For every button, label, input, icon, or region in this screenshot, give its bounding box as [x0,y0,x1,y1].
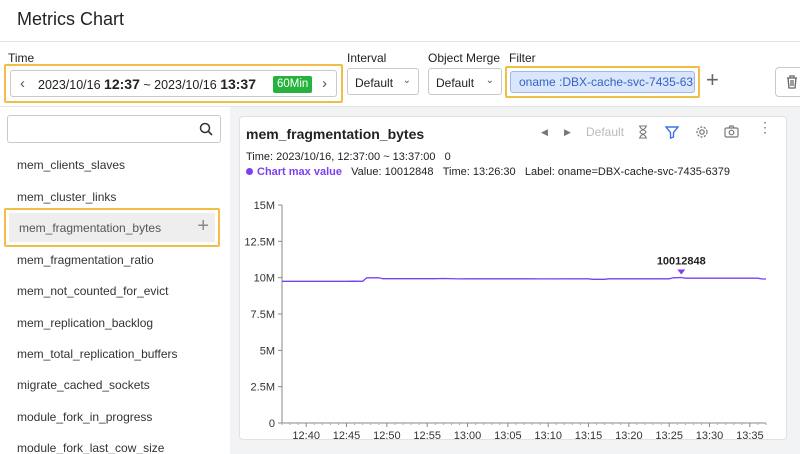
object-merge-select[interactable]: Default ⌄ [428,68,502,95]
page-title: Metrics Chart [17,9,125,29]
chevron-down-icon: ⌄ [485,75,494,86]
time-range-text[interactable]: 2023/10/16 12:37 ~ 2023/10/16 13:37 [38,76,256,92]
filter-highlight: oname :DBX-cache-svc-7435-6379 [505,66,700,98]
gear-icon[interactable] [695,125,709,139]
metric-item[interactable]: mem_clients_slaves [17,158,125,172]
time-range-picker[interactable]: ‹ 2023/10/16 12:37 ~ 2023/10/16 13:37 60… [10,70,337,97]
y-tick-label: 5M [260,345,275,357]
add-metric-icon[interactable]: + [197,215,209,238]
time-label: Time [8,51,35,65]
y-tick-label: 10M [254,273,275,285]
filter-icon[interactable] [665,125,679,139]
filter-label: Filter [509,51,536,65]
x-tick-label: 13:30 [696,430,724,439]
camera-icon[interactable] [724,125,739,138]
metric-item-label: mem_fragmentation_bytes [19,221,162,235]
object-merge-label: Object Merge [428,51,501,65]
time-range-highlight: ‹ 2023/10/16 12:37 ~ 2023/10/16 13:37 60… [4,64,343,103]
metric-item[interactable]: mem_total_replication_buffers [17,347,178,361]
x-tick-label: 13:00 [454,430,482,439]
interval-select[interactable]: Default ⌄ [347,68,419,95]
y-tick-label: 12.5M [244,236,275,248]
y-tick-label: 15M [254,200,275,212]
time-info-count: 0 [444,151,451,163]
add-filter-button[interactable]: + [706,69,719,91]
default-button[interactable]: Default [586,125,624,139]
chart-area: mem_fragmentation_bytes ◀ ▶ Default ⋮ Ti… [230,107,800,454]
series-dot [246,168,253,175]
metric-item[interactable]: module_fork_in_progress [17,410,152,424]
time-end-date: 2023/10/16 [154,78,217,92]
x-tick-label: 12:45 [333,430,361,439]
line-chart[interactable]: 0 2.5M 5M 7.5M 10M 12.5M 15M 12:40 12:45 12:50 12:… [240,187,786,439]
search-icon[interactable] [199,122,213,136]
x-tick-label: 13:05 [494,430,522,439]
metric-item-selected[interactable]: mem_fragmentation_bytes + [9,213,215,242]
x-tick-label: 12:40 [292,430,320,439]
time-separator: ~ [143,78,151,92]
x-tick-label: 13:15 [575,430,603,439]
max-value-label: 10012848 [657,255,706,267]
next-icon[interactable]: ▶ [564,127,571,138]
prev-icon[interactable]: ◀ [541,127,548,138]
y-tick-label: 2.5M [251,382,275,394]
time-start-date: 2023/10/16 [38,78,101,92]
x-tick-label: 12:55 [413,430,441,439]
time-end-time: 13:37 [220,76,256,92]
max-value-info: Chart max value Value: 10012848 Time: 13… [246,166,730,178]
filter-chip[interactable]: oname :DBX-cache-svc-7435-6379 [510,71,695,93]
x-tick-label: 13:25 [655,430,683,439]
chart-title: mem_fragmentation_bytes [246,126,425,142]
y-tick-label: 0 [269,418,275,430]
hourglass-icon[interactable] [638,125,648,139]
metric-item[interactable]: mem_not_counted_for_evict [17,284,168,298]
metric-list-panel: mem_clients_slaves mem_cluster_links mem… [0,107,230,454]
max-value: Value: 10012848 [351,166,434,178]
chart-card: mem_fragmentation_bytes ◀ ▶ Default ⋮ Ti… [239,116,787,440]
metric-item[interactable]: mem_replication_backlog [17,316,153,330]
max-marker [677,269,686,275]
object-merge-value: Default [436,76,475,90]
series-line [282,276,766,282]
chevron-down-icon: ⌄ [402,75,411,86]
interval-value: Default [355,76,394,90]
selected-metric-highlight: mem_fragmentation_bytes + [4,208,220,247]
x-tick-label: 13:20 [615,430,643,439]
trash-icon [787,75,797,89]
metric-item[interactable]: module_fork_last_cow_size [17,441,164,454]
more-icon[interactable]: ⋮ [758,120,772,134]
x-tick-label: 12:50 [373,430,401,439]
search-input[interactable] [7,115,221,143]
interval-label: Interval [347,51,387,65]
time-start-time: 12:37 [104,76,140,92]
title-bar: Metrics Chart [0,0,800,42]
delete-button[interactable] [775,67,800,97]
chevron-left-icon[interactable]: ‹ [20,75,25,92]
metric-item[interactable]: mem_cluster_links [17,190,116,204]
y-tick-label: 7.5M [251,309,275,321]
chevron-right-icon[interactable]: › [322,75,327,92]
time-info-text: Time: 2023/10/16, 12:37:00 ~ 13:37:00 [246,151,436,163]
metric-item[interactable]: mem_fragmentation_ratio [17,253,154,267]
max-label: Chart max value [257,166,342,178]
metric-item[interactable]: migrate_cached_sockets [17,378,150,392]
max-time: Time: 13:26:30 [442,166,516,178]
x-tick-label: 13:35 [736,430,764,439]
time-info: Time: 2023/10/16, 12:37:00 ~ 13:37:00 0 [246,151,451,163]
duration-badge[interactable]: 60Min [273,76,313,93]
max-series-label: Label: oname=DBX-cache-svc-7435-6379 [524,166,730,178]
x-tick-label: 13:10 [534,430,562,439]
